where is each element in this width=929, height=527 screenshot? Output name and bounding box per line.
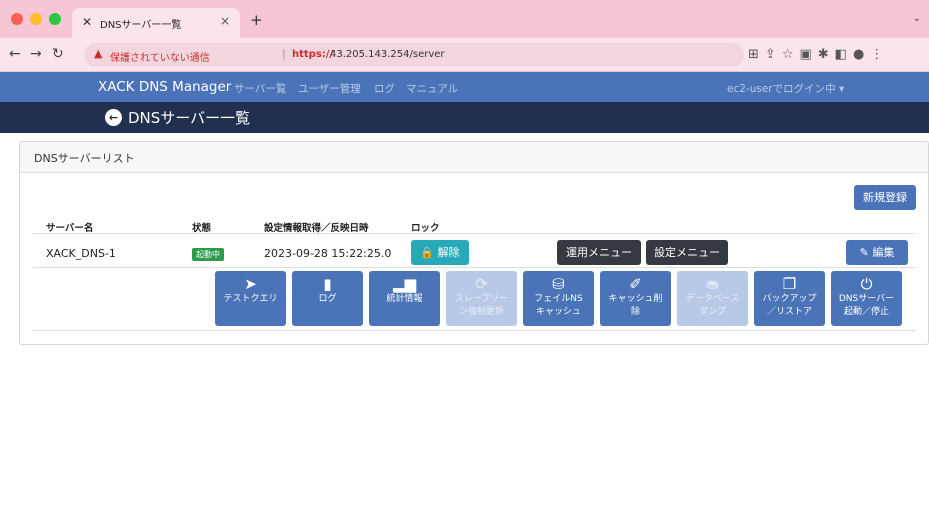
copy-icon: ❐	[782, 275, 797, 293]
url-omnibox[interactable]: ▲ 保護されていない通信 | https:// 43.205.143.254/s…	[84, 43, 744, 67]
bookmark-star-icon[interactable]: ☆	[782, 47, 800, 62]
browser-tab-active[interactable]: ✕ DNSサーバー一覧 ×	[72, 8, 240, 38]
forward-arrow-icon[interactable]: →	[30, 46, 42, 62]
action-backup-restore-button[interactable]: ❐ バックアップ ／リストア	[754, 271, 825, 326]
new-tab-button[interactable]: +	[250, 11, 263, 29]
status-badge: 起動中	[192, 248, 224, 261]
send-icon: ➤	[244, 275, 257, 293]
new-register-button[interactable]: 新規登録	[854, 185, 916, 210]
action-database-dump-button[interactable]: ⛂ データベース ダンプ	[677, 271, 748, 326]
not-secure-label: 保護されていない通信	[110, 53, 210, 64]
reload-icon[interactable]: ↻	[52, 46, 64, 62]
table-header-divider	[33, 233, 915, 234]
nav-link-servers[interactable]: サーバー覧	[234, 81, 286, 96]
action-slave-zone-refresh-button[interactable]: ⟳ スレーブゾー ン強制更新	[446, 271, 517, 326]
datetime-cell: 2023-09-28 15:22:25.0	[264, 247, 392, 260]
page-title: DNSサーバー一覧	[128, 109, 251, 127]
col-header-status: 状態	[192, 223, 212, 234]
edit-button-label: 編集	[872, 246, 895, 259]
extension-icon[interactable]: ▣	[799, 47, 817, 62]
puzzle-icon[interactable]: ✱	[818, 47, 835, 62]
lock-icon: 🔒	[420, 246, 435, 259]
translate-icon[interactable]: ⊞	[748, 47, 765, 62]
dump-icon: ⛂	[706, 275, 719, 293]
warning-triangle-icon: ▲	[94, 47, 103, 60]
app-navbar: XACK DNS Manager サーバー覧 ユーザー管理 ログ マニュアル e…	[0, 72, 929, 102]
brand-logo-text[interactable]: XACK DNS Manager	[98, 79, 231, 95]
back-circle-icon[interactable]: ←	[105, 109, 122, 126]
sidebar-icon[interactable]: ◧	[835, 47, 853, 62]
url-scheme: https://	[292, 49, 334, 60]
tab-title: DNSサーバー一覧	[100, 20, 182, 31]
browser-toolbar-icons: ⊞⇪☆▣✱◧●⋮	[748, 47, 889, 62]
action-cache-delete-button[interactable]: ✐ キャッシュ削 除	[600, 271, 671, 326]
tab-close-icon[interactable]: ×	[220, 14, 230, 28]
database-icon: ⛁	[552, 275, 565, 293]
action-test-query-button[interactable]: ➤ テストクエリ	[215, 271, 286, 326]
action-dns-start-stop-button[interactable]: ⏻ DNSサーバー 起動／停止	[831, 271, 902, 326]
col-header-server-name: サーバー名	[46, 223, 94, 234]
window-minimize-button[interactable]	[30, 13, 42, 25]
book-icon: ▮	[323, 275, 332, 293]
card-header: DNSサーバーリスト	[20, 142, 928, 173]
action-fail-ns-cache-button[interactable]: ⛁ フェイルNS キャッシュ	[523, 271, 594, 326]
sync-icon: ⟳	[475, 275, 488, 293]
profile-avatar-icon[interactable]: ●	[853, 47, 870, 62]
settings-menu-button[interactable]: 設定メニュー	[646, 240, 728, 265]
unlock-button-label: 解除	[437, 246, 460, 259]
server-name-cell: XACK_DNS-1	[46, 247, 116, 260]
nav-link-manual[interactable]: マニュアル	[406, 81, 458, 96]
operations-menu-button[interactable]: 運用メニュー	[557, 240, 641, 265]
actions-divider	[33, 330, 915, 331]
xack-favicon-icon: ✕	[82, 15, 93, 29]
tab-search-chevron-icon[interactable]: ⌄	[913, 13, 921, 24]
browser-address-bar: ← → ↻ ▲ 保護されていない通信 | https:// 43.205.143…	[0, 38, 929, 72]
browser-tab-bar: ✕ DNSサーバー一覧 × + ⌄	[0, 0, 929, 38]
user-menu-dropdown[interactable]: ec2-userでログイン中 ▾	[727, 81, 844, 96]
pencil-icon: ✎	[859, 246, 869, 259]
unlock-button[interactable]: 🔒 解除	[411, 240, 469, 265]
card-header-title: DNSサーバーリスト	[34, 152, 135, 165]
window-close-button[interactable]	[11, 13, 23, 25]
power-icon: ⏻	[860, 275, 873, 293]
action-log-button[interactable]: ▮ ログ	[292, 271, 363, 326]
nav-link-log[interactable]: ログ	[374, 81, 395, 96]
action-statistics-button[interactable]: ▂▆ 統計情報	[369, 271, 440, 326]
col-header-datetime: 設定情報取得／反映日時	[264, 223, 369, 234]
server-list-card: DNSサーバーリスト 新規登録 サーバー名 状態 設定情報取得／反映日時 ロック…	[19, 141, 929, 345]
row-divider	[33, 267, 915, 268]
col-header-lock: ロック	[411, 223, 440, 234]
nav-link-users[interactable]: ユーザー管理	[298, 81, 361, 96]
back-arrow-icon[interactable]: ←	[9, 46, 21, 62]
broom-icon: ✐	[629, 275, 642, 293]
bar-chart-icon: ▂▆	[392, 275, 417, 293]
kebab-menu-icon[interactable]: ⋮	[870, 47, 889, 62]
url-separator: |	[282, 47, 286, 60]
window-zoom-button[interactable]	[49, 13, 61, 25]
url-text: 43.205.143.254/server	[330, 49, 445, 60]
share-icon[interactable]: ⇪	[765, 47, 782, 62]
edit-button[interactable]: ✎ 編集	[846, 240, 908, 265]
page-title-bar: ← DNSサーバー一覧	[0, 102, 929, 133]
